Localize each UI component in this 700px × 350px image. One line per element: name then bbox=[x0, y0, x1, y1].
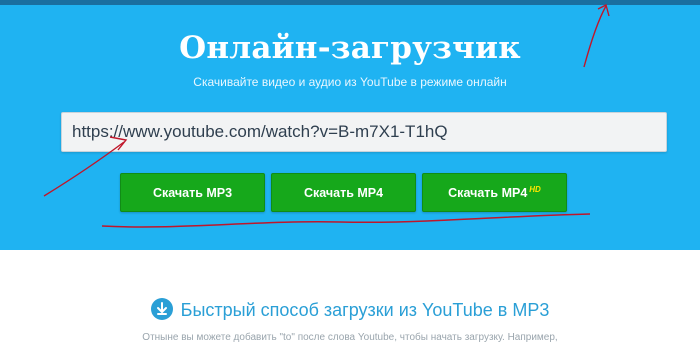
download-mp4-hd-button[interactable]: Скачать MP4 HD bbox=[422, 173, 567, 212]
download-mp4-button[interactable]: Скачать MP4 bbox=[271, 173, 416, 212]
section-description: Отныне вы можете добавить "to" после сло… bbox=[142, 332, 558, 343]
download-mp4-label: Скачать MP4 bbox=[303, 186, 384, 200]
download-mp4-hd-label: Скачать MP4 bbox=[448, 186, 528, 200]
section-title-text: Быстрый способ загрузки из YouTube в MP3 bbox=[180, 300, 550, 320]
download-mp3-button[interactable]: Скачать MP3 bbox=[120, 173, 265, 212]
download-mp3-label: Скачать MP3 bbox=[152, 186, 233, 200]
page-subtitle: Скачивайте видео и аудио из YouTube в ре… bbox=[193, 75, 507, 89]
section-title: Быстрый способ загрузки из YouTube в MP3 bbox=[0, 298, 700, 321]
url-input[interactable] bbox=[61, 112, 667, 152]
hd-badge: HD bbox=[529, 185, 541, 194]
page-title: Онлайн-загрузчик bbox=[179, 30, 521, 66]
download-icon bbox=[150, 298, 173, 320]
